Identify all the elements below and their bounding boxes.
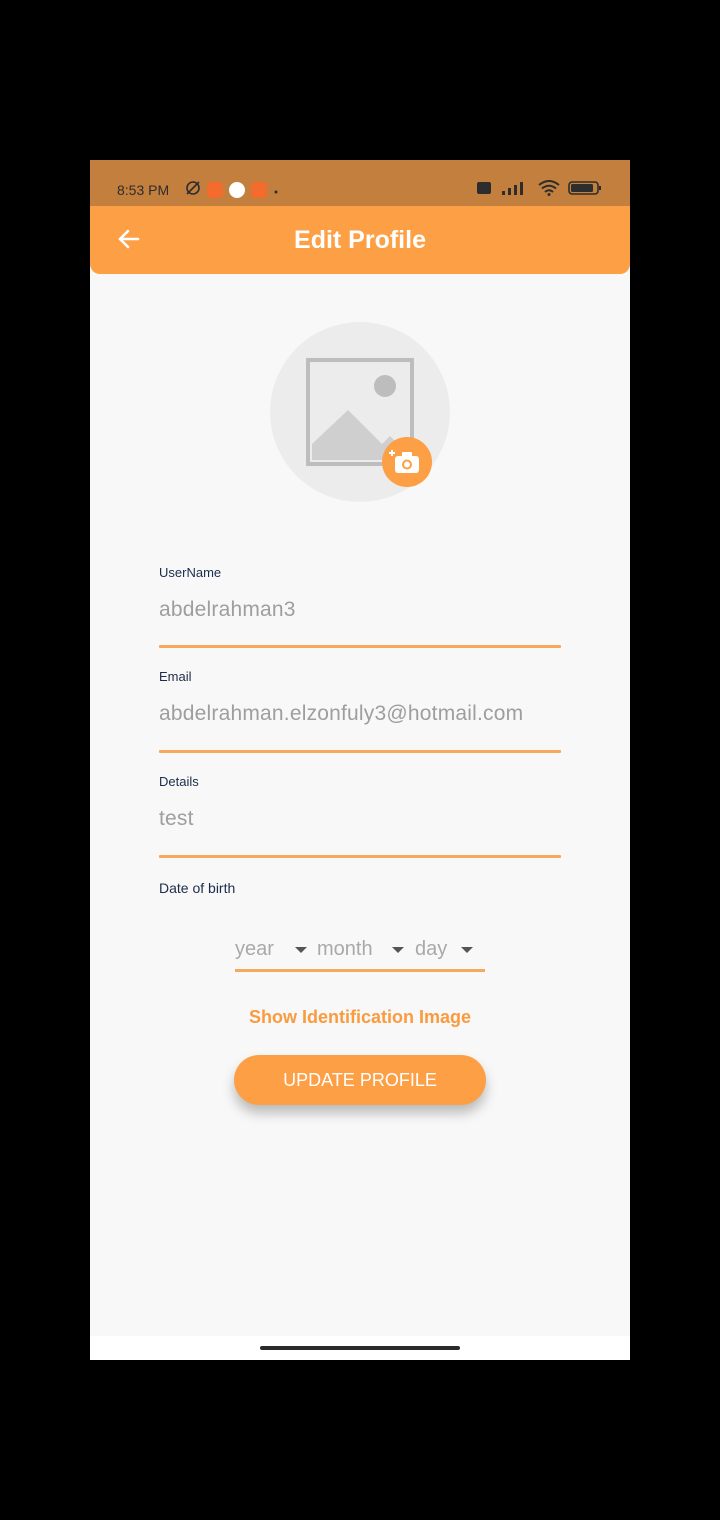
app-bar: Edit Profile — [90, 206, 630, 274]
day-dropdown[interactable]: day — [415, 938, 447, 961]
page-title: Edit Profile — [294, 226, 426, 254]
details-underline — [159, 855, 561, 858]
screen-record-icon — [207, 181, 223, 198]
username-field[interactable]: UserName abdelrahman3 — [159, 565, 561, 651]
username-underline — [159, 645, 561, 648]
dot-icon — [273, 182, 279, 198]
system-nav-area — [90, 1336, 630, 1360]
day-chevron-down-icon[interactable] — [461, 947, 473, 953]
details-field[interactable]: Details test — [159, 774, 561, 860]
email-label: Email — [159, 669, 192, 684]
phone-screen: 8:53 PM Edit Profile UserName abdelrahma… — [90, 160, 630, 1360]
volte-icon — [476, 181, 492, 198]
status-bar: 8:53 PM — [90, 160, 630, 206]
username-label: UserName — [159, 565, 222, 580]
update-profile-button[interactable]: UPDATE PROFILE — [234, 1055, 486, 1105]
dob-label: Date of birth — [159, 880, 236, 896]
show-identification-image-link[interactable]: Show Identification Image — [90, 1007, 630, 1028]
dob-picker: year month day — [235, 938, 485, 972]
camera-add-icon — [382, 450, 432, 491]
home-indicator[interactable] — [260, 1346, 460, 1350]
dob-underline — [235, 969, 485, 972]
status-icons-right — [476, 180, 602, 199]
camera-app-icon — [229, 181, 245, 198]
year-chevron-down-icon[interactable] — [295, 947, 307, 953]
mute-icon — [185, 180, 201, 199]
status-time: 8:53 PM — [117, 182, 170, 198]
wifi-icon — [538, 180, 560, 199]
email-field[interactable]: Email abdelrahman.elzonfuly3@hotmail.com — [159, 669, 561, 755]
email-input[interactable]: abdelrahman.elzonfuly3@hotmail.com — [159, 702, 523, 726]
battery-icon — [568, 180, 602, 199]
signal-icon — [500, 180, 530, 199]
video-call-icon — [251, 181, 267, 198]
email-underline — [159, 750, 561, 753]
image-placeholder-icon — [270, 358, 450, 506]
change-photo-button[interactable] — [382, 437, 432, 487]
month-dropdown[interactable]: month — [317, 938, 373, 961]
month-chevron-down-icon[interactable] — [392, 947, 404, 953]
details-input[interactable]: test — [159, 807, 194, 831]
status-icons-left — [185, 180, 279, 199]
details-label: Details — [159, 774, 199, 789]
year-dropdown[interactable]: year — [235, 938, 274, 961]
username-input[interactable]: abdelrahman3 — [159, 598, 296, 622]
